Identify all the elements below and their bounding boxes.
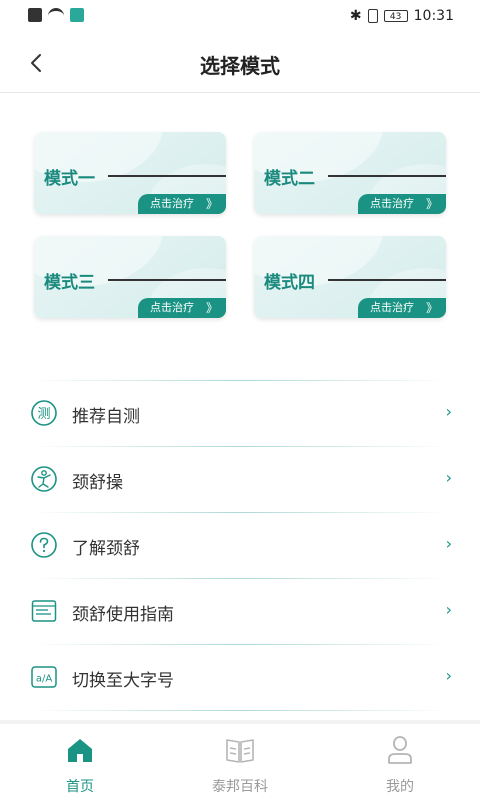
test-icon-char: 测 [37, 407, 50, 422]
treat-button-label: 点击治疗 [150, 197, 194, 210]
divider [328, 279, 446, 281]
treat-button-label: 点击治疗 [370, 197, 414, 210]
app-notification-icon [70, 8, 84, 22]
exercise-icon [30, 465, 58, 493]
menu-item-font-size[interactable]: a/A 切换至大字号 › [0, 644, 480, 710]
divider [328, 175, 446, 177]
menu-item-self-test[interactable]: 测 推荐自测 › [0, 380, 480, 446]
menu-divider [30, 710, 450, 711]
nav-item-home[interactable]: 首页 [20, 734, 140, 796]
chevron-right-icon: › [445, 534, 452, 553]
menu-label: 切换至大字号 [72, 671, 174, 691]
nav-item-profile[interactable]: 我的 [340, 734, 460, 796]
mode-card-3[interactable]: 模式三 点击治疗 》 [34, 236, 226, 318]
mode-name: 模式二 [264, 169, 315, 189]
clock: 10:31 [413, 8, 454, 24]
treat-button[interactable]: 点击治疗 》 [138, 194, 226, 214]
status-bar: ✱ 43 10:31 [0, 0, 480, 34]
treat-button-label: 点击治疗 [150, 301, 194, 314]
font-size-icon: a/A [30, 663, 58, 691]
mode-card-2[interactable]: 模式二 点击治疗 》 [254, 132, 446, 214]
mode-name: 模式四 [264, 273, 315, 293]
treat-button[interactable]: 点击治疗 》 [358, 194, 446, 214]
book-icon [224, 734, 256, 766]
test-icon: 测 [30, 399, 58, 427]
header: 选择模式 [0, 34, 480, 93]
question-icon [30, 531, 58, 559]
home-icon [64, 734, 96, 766]
menu-label: 颈舒操 [72, 473, 123, 493]
bluetooth-icon: ✱ [349, 8, 362, 24]
mode-name: 模式一 [44, 169, 95, 189]
wifi-icon [48, 8, 64, 22]
font-size-icon-text: a/A [36, 674, 52, 685]
nav-label: 我的 [386, 779, 414, 795]
double-chevron-icon: 》 [425, 301, 438, 315]
nav-item-encyclopedia[interactable]: 泰邦百科 [180, 734, 300, 796]
vibrate-icon [367, 9, 378, 23]
chevron-right-icon: › [445, 402, 452, 421]
double-chevron-icon: 》 [205, 197, 218, 211]
nav-label: 泰邦百科 [212, 779, 268, 795]
double-chevron-icon: 》 [205, 301, 218, 315]
alert-icon [28, 8, 42, 22]
mode-card-4[interactable]: 模式四 点击治疗 》 [254, 236, 446, 318]
menu-item-exercise[interactable]: 颈舒操 › [0, 446, 480, 512]
app-page: ✱ 43 10:31 选择模式 模式一 点击治疗 》 模式二 点击治疗 》 模式… [0, 0, 480, 800]
bottom-nav: 首页 泰邦百科 我的 [0, 720, 480, 800]
page-title: 选择模式 [200, 54, 280, 78]
menu-label: 推荐自测 [72, 407, 140, 427]
divider [108, 279, 226, 281]
treat-button-label: 点击治疗 [370, 301, 414, 314]
mode-name: 模式三 [44, 273, 95, 293]
guide-icon [30, 597, 58, 625]
menu-item-guide[interactable]: 颈舒使用指南 › [0, 578, 480, 644]
chevron-right-icon: › [445, 666, 452, 685]
menu-label: 颈舒使用指南 [72, 605, 174, 625]
chevron-right-icon: › [445, 468, 452, 487]
mode-card-1[interactable]: 模式一 点击治疗 》 [34, 132, 226, 214]
nav-label: 首页 [66, 779, 94, 795]
battery-icon: 43 [383, 10, 408, 22]
double-chevron-icon: 》 [425, 197, 438, 211]
user-icon [384, 734, 416, 766]
menu-label: 了解颈舒 [72, 539, 140, 559]
treat-button[interactable]: 点击治疗 》 [138, 298, 226, 318]
treat-button[interactable]: 点击治疗 》 [358, 298, 446, 318]
menu-item-learn[interactable]: 了解颈舒 › [0, 512, 480, 578]
chevron-right-icon: › [445, 600, 452, 619]
divider [108, 175, 226, 177]
